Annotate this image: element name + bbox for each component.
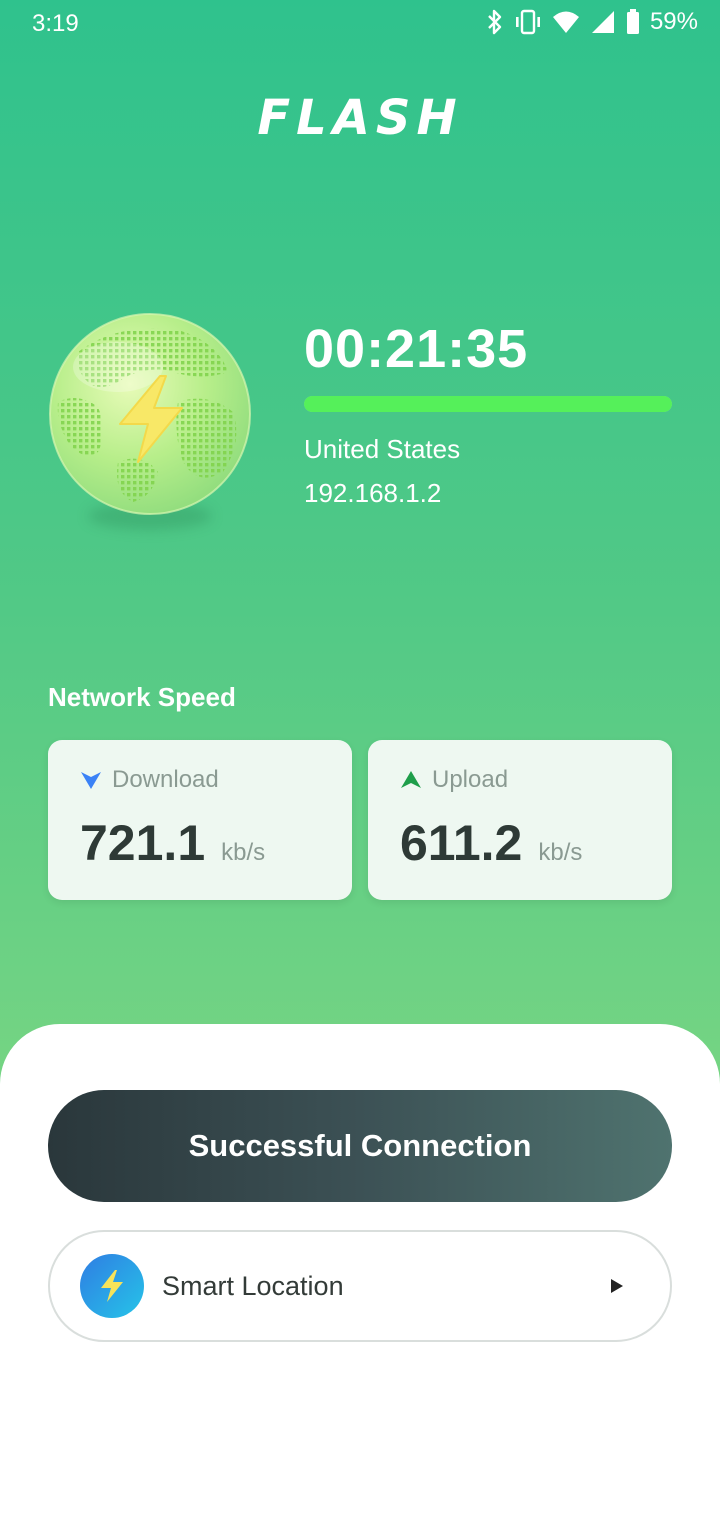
upload-arrow-icon xyxy=(401,771,421,788)
bottom-sheet: Successful Connection Smart Location xyxy=(0,1024,720,1520)
globe-icon xyxy=(49,313,251,515)
download-speed-card: Download 721.1 kb/s xyxy=(48,740,352,900)
upload-label: Upload xyxy=(432,766,509,793)
globe-illustration xyxy=(48,312,252,530)
smart-location-label: Smart Location xyxy=(162,1270,344,1301)
app-logo: FLASH xyxy=(257,90,463,146)
download-arrow-icon xyxy=(81,772,101,789)
cell-signal-icon xyxy=(591,11,614,33)
battery-percent: 59% xyxy=(649,8,698,35)
upload-value: 611.2 xyxy=(400,815,523,871)
upload-unit: kb/s xyxy=(538,839,583,866)
lightning-icon xyxy=(80,1254,144,1318)
status-icons: 59% xyxy=(486,8,698,36)
download-unit: kb/s xyxy=(221,839,266,866)
connection-progress-fill xyxy=(304,396,672,412)
connection-timer: 00:21:35 xyxy=(304,319,529,379)
status-bar: 3:19 59% xyxy=(0,0,720,48)
play-arrow-icon xyxy=(610,1278,624,1294)
battery-icon xyxy=(626,9,639,34)
vibrate-icon xyxy=(515,9,540,35)
wifi-icon xyxy=(552,11,579,33)
server-country: United States xyxy=(304,434,461,464)
download-label: Download xyxy=(112,766,219,793)
ip-address: 192.168.1.2 xyxy=(304,478,442,508)
smart-location-selector[interactable]: Smart Location xyxy=(48,1230,672,1342)
status-time: 3:19 xyxy=(32,10,79,37)
bluetooth-icon xyxy=(488,9,502,35)
connection-button[interactable]: Successful Connection xyxy=(48,1090,672,1202)
connection-progress-bar xyxy=(304,396,672,412)
download-value: 721.1 xyxy=(80,815,206,871)
upload-speed-card: Upload 611.2 kb/s xyxy=(368,740,672,900)
network-speed-heading: Network Speed xyxy=(48,682,236,712)
